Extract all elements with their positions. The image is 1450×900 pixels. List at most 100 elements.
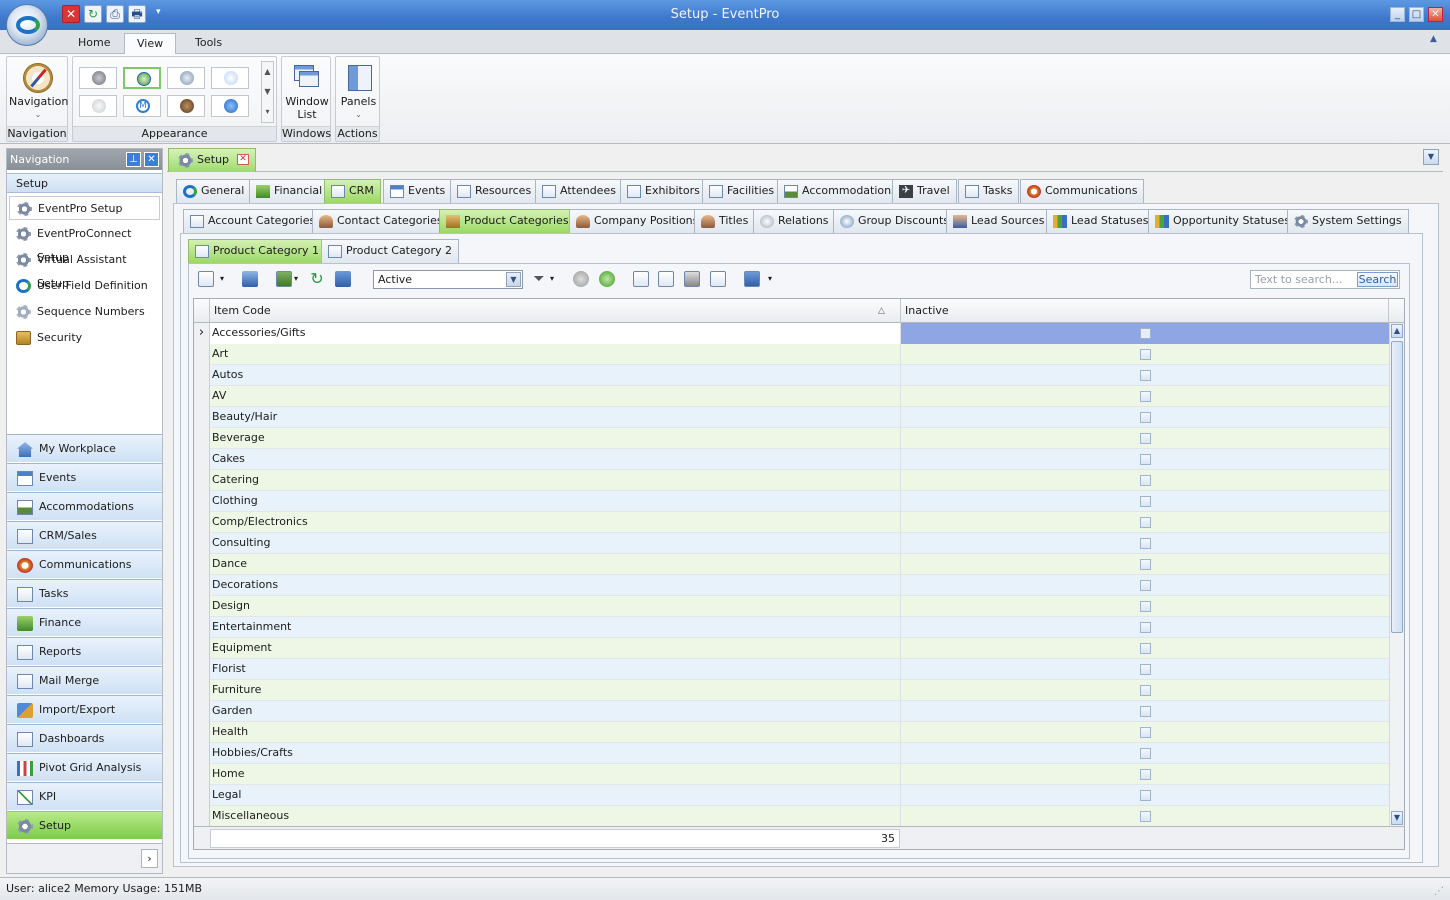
row-indicator[interactable]: › (194, 323, 210, 344)
tab-opportunity-statuses[interactable]: Opportunity Statuses (1148, 209, 1298, 233)
skin-option-8[interactable] (211, 95, 249, 117)
row-indicator[interactable] (194, 617, 210, 638)
module-reports[interactable]: Reports (7, 637, 162, 665)
tab-events[interactable]: Events (383, 179, 453, 203)
scroll-up-icon[interactable]: ▲ (1391, 324, 1403, 338)
deactivate-icon[interactable] (573, 271, 589, 287)
row-indicator[interactable] (194, 428, 210, 449)
nav-item-user-field-definition[interactable]: User Field Definition (9, 274, 160, 298)
close-doc-icon[interactable]: ✕ (62, 5, 80, 23)
module-pivot-grid-analysis[interactable]: Pivot Grid Analysis (7, 753, 162, 781)
tab-titles[interactable]: Titles (694, 209, 756, 233)
cell-inactive[interactable] (901, 554, 1389, 575)
row-indicator[interactable] (194, 638, 210, 659)
inactive-checkbox[interactable] (1140, 643, 1151, 654)
cell-inactive[interactable] (901, 491, 1389, 512)
print-icon[interactable]: 🖶 (128, 5, 146, 23)
inactive-checkbox[interactable] (1140, 391, 1151, 402)
cell-item-code[interactable]: Home (210, 764, 901, 785)
cell-item-code[interactable]: Art (210, 344, 901, 365)
columns-dropdown-icon[interactable]: ▾ (294, 274, 298, 283)
tab-resources[interactable]: Resources (450, 179, 539, 203)
scroll-down-icon[interactable]: ▼ (1391, 811, 1403, 825)
columns-icon[interactable] (276, 271, 292, 287)
qat-dropdown-icon[interactable]: ▾ (156, 7, 161, 17)
row-indicator[interactable] (194, 365, 210, 386)
tab-list-dropdown-icon[interactable]: ▼ (1423, 149, 1439, 165)
close-window-button[interactable]: ✕ (1428, 7, 1443, 22)
cell-inactive[interactable] (901, 722, 1389, 743)
save-icon[interactable] (744, 271, 760, 287)
scroll-thumb[interactable] (1391, 341, 1403, 633)
inactive-checkbox[interactable] (1140, 664, 1151, 675)
row-indicator[interactable] (194, 470, 210, 491)
cell-inactive[interactable] (901, 449, 1389, 470)
row-indicator[interactable] (194, 701, 210, 722)
inactive-checkbox[interactable] (1140, 685, 1151, 696)
inactive-checkbox[interactable] (1140, 580, 1151, 591)
skin-option-5[interactable] (79, 95, 117, 117)
cell-item-code[interactable]: Miscellaneous (210, 806, 901, 826)
tab-facilities[interactable]: Facilities (702, 179, 782, 203)
table-row[interactable]: Design (194, 596, 1389, 617)
cell-inactive[interactable] (901, 386, 1389, 407)
table-row[interactable]: Furniture (194, 680, 1389, 701)
table-row[interactable]: Art (194, 344, 1389, 365)
table-row[interactable]: Miscellaneous (194, 806, 1389, 826)
row-indicator[interactable] (194, 659, 210, 680)
tab-crm[interactable]: CRM (324, 179, 381, 203)
module-dashboards[interactable]: Dashboards (7, 724, 162, 752)
table-row[interactable]: Health (194, 722, 1389, 743)
table-row[interactable]: Clothing (194, 491, 1389, 512)
row-indicator[interactable] (194, 407, 210, 428)
delete-icon[interactable] (242, 271, 258, 287)
cell-inactive[interactable] (901, 407, 1389, 428)
pin-icon[interactable]: ⊥ (126, 152, 141, 167)
navigation-button[interactable]: Navigation ⌄ (9, 59, 68, 121)
search-button[interactable]: Search (1357, 272, 1398, 287)
cell-item-code[interactable]: Beauty/Hair (210, 407, 901, 428)
cell-inactive[interactable] (901, 806, 1389, 826)
cell-inactive[interactable] (901, 344, 1389, 365)
module-kpi[interactable]: KPI (7, 782, 162, 810)
table-row[interactable]: Autos (194, 365, 1389, 386)
filter-icon[interactable]: ⏷ (531, 271, 547, 287)
gallery-scroll[interactable]: ▲ ▼ ▾ (261, 61, 274, 123)
cell-inactive[interactable] (901, 701, 1389, 722)
row-indicator[interactable] (194, 680, 210, 701)
cell-inactive[interactable] (901, 428, 1389, 449)
table-row[interactable]: Dance (194, 554, 1389, 575)
resize-grip-icon[interactable]: ⋰ (1434, 881, 1444, 900)
cell-inactive[interactable] (901, 617, 1389, 638)
inactive-checkbox[interactable] (1140, 517, 1151, 528)
activate-icon[interactable] (599, 271, 615, 287)
row-indicator[interactable] (194, 596, 210, 617)
module-finance[interactable]: Finance (7, 608, 162, 636)
inactive-checkbox[interactable] (1140, 412, 1151, 423)
cell-item-code[interactable]: Florist (210, 659, 901, 680)
skin-option-7[interactable] (167, 95, 205, 117)
cell-inactive[interactable] (901, 365, 1389, 386)
document-tab-setup[interactable]: Setup ✕ (168, 148, 256, 172)
cell-inactive[interactable] (901, 470, 1389, 491)
inactive-checkbox[interactable] (1140, 706, 1151, 717)
cell-item-code[interactable]: Decorations (210, 575, 901, 596)
cell-item-code[interactable]: Catering (210, 470, 901, 491)
row-indicator[interactable] (194, 554, 210, 575)
print-preview-icon[interactable]: ⎙ (106, 5, 124, 23)
cell-item-code[interactable]: Beverage (210, 428, 901, 449)
panels-button[interactable]: Panels ⌄ (337, 59, 380, 121)
cell-item-code[interactable]: Health (210, 722, 901, 743)
close-pane-icon[interactable]: ✕ (144, 152, 159, 167)
skin-option-4[interactable] (211, 67, 249, 89)
cell-inactive[interactable] (901, 785, 1389, 806)
print-icon[interactable] (684, 271, 700, 287)
cell-inactive[interactable] (901, 680, 1389, 701)
module-events[interactable]: Events (7, 463, 162, 491)
nav-item-security[interactable]: Security (9, 326, 160, 350)
inactive-checkbox[interactable] (1140, 811, 1151, 822)
skin-option-6[interactable]: M (123, 95, 161, 117)
cell-item-code[interactable]: Consulting (210, 533, 901, 554)
cell-inactive[interactable] (901, 323, 1389, 344)
tab-accommodations[interactable]: Accommodations (777, 179, 904, 203)
